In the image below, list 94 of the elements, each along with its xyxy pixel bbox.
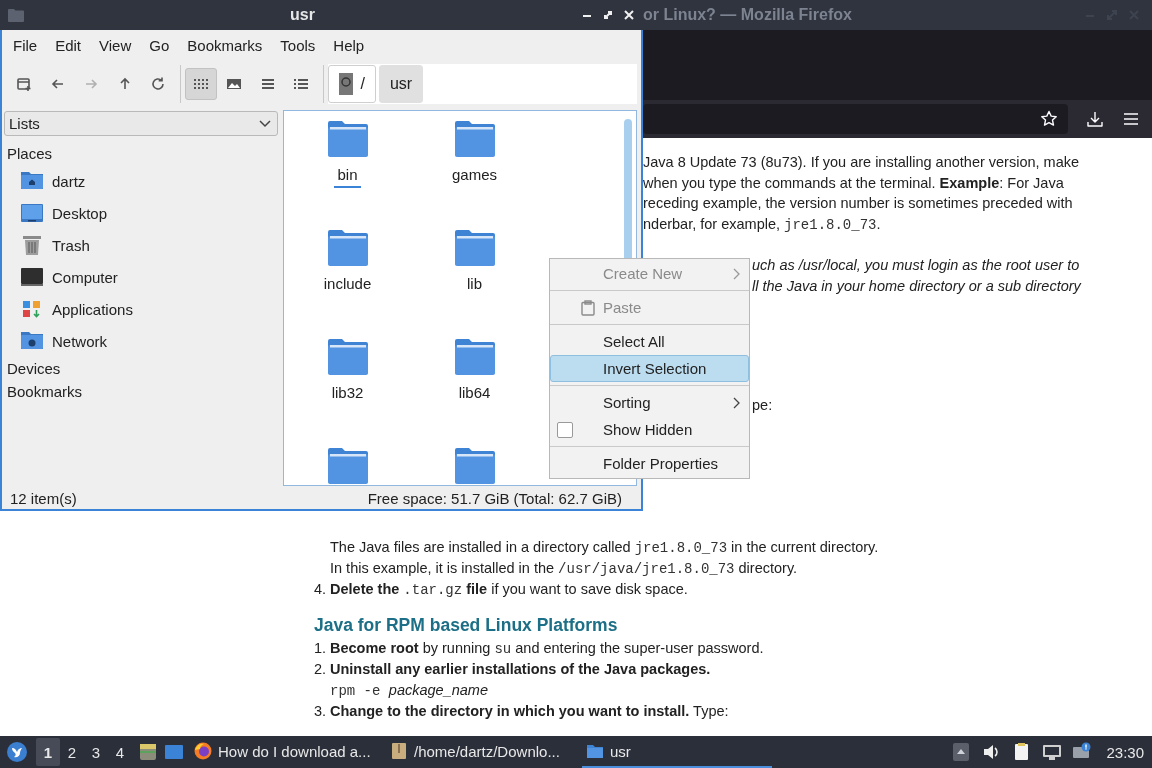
list-item: 4. Delete the .tar.gz file if you want to save disk space. bbox=[314, 580, 688, 600]
panel-dropdown[interactable]: Lists bbox=[4, 111, 278, 136]
menu-item[interactable]: Select All bbox=[550, 328, 749, 355]
places-item[interactable]: Trash bbox=[4, 229, 90, 261]
file-name[interactable]: include bbox=[320, 275, 375, 297]
folder-icon bbox=[586, 742, 604, 760]
chevron-right-icon bbox=[733, 396, 740, 409]
menu-item[interactable]: Edit bbox=[46, 32, 91, 58]
view-mode-button[interactable] bbox=[184, 68, 217, 100]
star-icon[interactable] bbox=[1040, 110, 1058, 128]
file-name[interactable]: bin bbox=[334, 166, 361, 188]
address-field[interactable] bbox=[643, 104, 1068, 134]
chevron-right-icon bbox=[733, 267, 740, 280]
places-item[interactable]: dartz bbox=[4, 165, 86, 197]
folder-icon[interactable] bbox=[454, 338, 495, 375]
list-item: 1. Become root by running su and entering the super-user password. bbox=[314, 639, 764, 659]
file-name[interactable]: lib bbox=[464, 275, 485, 297]
folder-icon[interactable] bbox=[327, 447, 368, 484]
detailed-list-icon bbox=[293, 76, 309, 92]
menu-item[interactable]: File bbox=[4, 32, 47, 58]
folder-icon[interactable] bbox=[454, 447, 495, 484]
path-button[interactable]: usr bbox=[378, 65, 424, 103]
menu-item[interactable]: Sorting bbox=[550, 389, 749, 416]
text-line: Java 8 Update 73 (8u73). If you are installing another version, make bbox=[643, 153, 1081, 172]
file-cabinet-icon[interactable] bbox=[138, 742, 158, 762]
menu-item[interactable]: View bbox=[90, 32, 141, 58]
panel-heading[interactable]: Bookmarks bbox=[4, 380, 83, 403]
taskbar-task[interactable]: usr bbox=[582, 736, 772, 768]
text-line: when you type the commands at the terminal. Example: For Java bbox=[643, 173, 1065, 193]
menu-item[interactable]: Go bbox=[140, 32, 179, 58]
maximize-icon[interactable] bbox=[602, 9, 614, 21]
panel-heading[interactable]: Devices bbox=[4, 357, 61, 380]
folder-icon[interactable] bbox=[327, 338, 368, 375]
window-title: usr bbox=[289, 6, 316, 24]
menu-item[interactable]: Folder Properties bbox=[550, 450, 749, 477]
panel-heading[interactable]: Places bbox=[4, 142, 53, 165]
browser-icon bbox=[194, 742, 212, 760]
desktop-icon[interactable] bbox=[164, 742, 184, 762]
download-icon[interactable] bbox=[1086, 110, 1104, 128]
archive-icon bbox=[390, 742, 408, 760]
menu-item[interactable]: Invert Selection bbox=[550, 355, 749, 382]
reload-icon bbox=[150, 76, 166, 92]
menu-item[interactable]: Help bbox=[324, 32, 374, 58]
free-space-text: Free space: 51.7 GiB (Total: 62.7 GiB) bbox=[367, 490, 622, 507]
computer-icon bbox=[20, 265, 44, 289]
text-line: nderbar, for example, jre1.8.0_73. bbox=[643, 214, 882, 234]
workspace-button[interactable]: 3 bbox=[84, 738, 108, 766]
new-tab-icon bbox=[16, 76, 32, 92]
taskbar-task[interactable]: /home/dartz/Downlo... bbox=[386, 736, 576, 768]
desktop-icon bbox=[20, 201, 44, 225]
folder-icon[interactable] bbox=[454, 229, 495, 266]
checkbox[interactable] bbox=[557, 421, 573, 438]
monitor-icon[interactable] bbox=[1042, 742, 1063, 762]
image-icon bbox=[226, 76, 242, 92]
section-heading: Java for RPM based Linux Platforms bbox=[314, 614, 618, 637]
file-name[interactable]: games bbox=[449, 166, 500, 188]
list-item: 3. Change to the directory in which you want to install. Type: bbox=[314, 702, 729, 721]
file-name[interactable]: lib64 bbox=[455, 384, 494, 406]
workspace-button[interactable]: 2 bbox=[60, 738, 84, 766]
taskbar-task[interactable]: How do I download a... bbox=[190, 736, 380, 768]
trash-icon bbox=[20, 233, 44, 257]
places-item[interactable]: Applications bbox=[4, 293, 133, 325]
folder-icon[interactable] bbox=[454, 120, 495, 157]
workspace-button[interactable]: 4 bbox=[108, 738, 132, 766]
list-item: 2. Uninstall any earlier installations of the Java packages. bbox=[314, 660, 711, 679]
menu-item[interactable]: Show Hidden bbox=[550, 416, 749, 443]
clipboard-icon bbox=[581, 299, 595, 316]
path-button[interactable]: / bbox=[327, 65, 376, 103]
icon-grid-icon bbox=[192, 76, 209, 92]
places-item[interactable]: Desktop bbox=[4, 197, 108, 229]
text-fragment: pe: bbox=[752, 396, 773, 415]
folder-icon bbox=[8, 8, 24, 22]
window-title: or Linux? — Mozilla Firefox bbox=[643, 6, 853, 24]
paragraph: The Java files are installed in a directory called jre1.8.0_73 in the current directory. bbox=[329, 538, 879, 558]
folder-icon[interactable] bbox=[327, 229, 368, 266]
folder-icon[interactable] bbox=[327, 120, 368, 157]
chevron-down-icon bbox=[259, 119, 271, 128]
item-count: 12 item(s) bbox=[10, 490, 77, 507]
menu-icon[interactable] bbox=[1122, 110, 1140, 128]
file-name[interactable]: lib32 bbox=[328, 384, 367, 406]
text-line: uch as /usr/local, you must login as the root user to bbox=[752, 256, 1081, 275]
paragraph: rpm -e package_name bbox=[329, 681, 488, 701]
places-item[interactable]: Network bbox=[4, 325, 107, 357]
places-item[interactable]: Computer bbox=[4, 261, 118, 293]
text-line: receding example, the version number is sometimes preceded with bbox=[643, 194, 1074, 213]
start-menu-icon[interactable] bbox=[6, 741, 28, 763]
menu-item[interactable]: Bookmarks bbox=[178, 32, 272, 58]
workspace-button[interactable]: 1 bbox=[36, 738, 60, 766]
menu-item[interactable]: Tools bbox=[271, 32, 325, 58]
clock[interactable]: 23:30 bbox=[1106, 743, 1144, 761]
paragraph: In this example, it is installed in the /usr/java/jre1.8.0_73 directory. bbox=[329, 559, 798, 579]
drive-icon bbox=[338, 73, 353, 95]
list-icon bbox=[259, 76, 276, 92]
text-line: ll the Java in your home directory or a sub directory bbox=[752, 277, 1083, 296]
